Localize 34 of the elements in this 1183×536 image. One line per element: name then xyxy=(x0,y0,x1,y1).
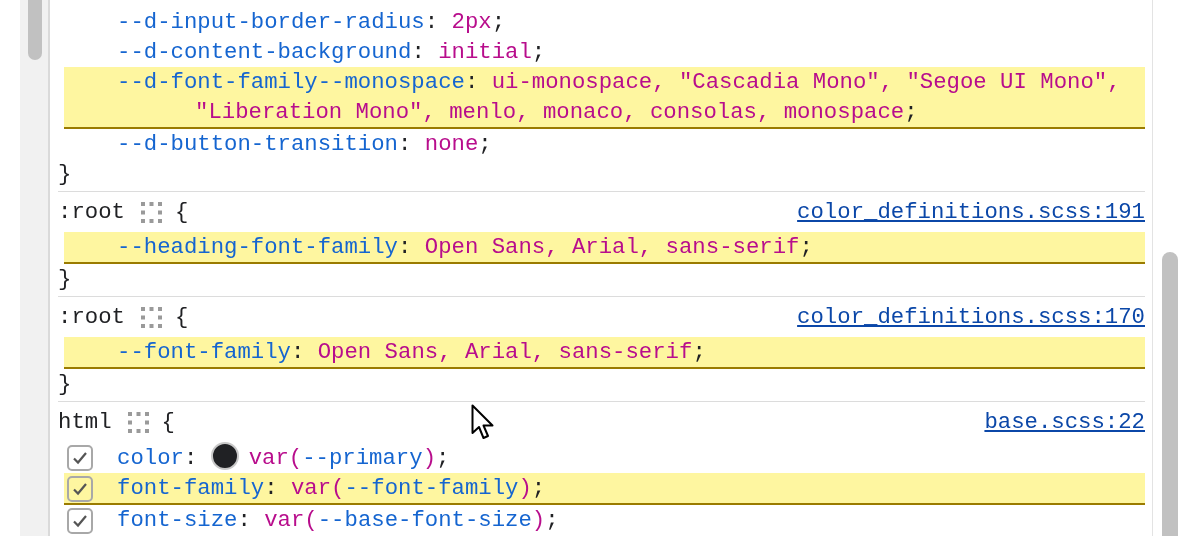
css-declaration: font-size: var(--base-font-size); xyxy=(117,506,560,535)
open-brace: { xyxy=(161,408,175,437)
close-brace: } xyxy=(58,266,72,292)
open-brace: { xyxy=(174,303,189,332)
checkmark-icon xyxy=(72,451,88,465)
source-link[interactable]: base.scss:22 xyxy=(984,407,1145,437)
checkbox[interactable] xyxy=(67,508,93,534)
css-declaration: --font-family: Open Sans, Arial, sans-serif; xyxy=(117,338,707,367)
property-value: var(--primary); xyxy=(248,445,450,471)
css-declaration: font-family: var(--font-family); xyxy=(117,474,547,503)
scrollbar-thumb[interactable] xyxy=(1162,252,1178,536)
color-swatch[interactable] xyxy=(210,442,239,470)
property-name: color: xyxy=(117,445,199,471)
close-brace: } xyxy=(58,161,72,187)
css-selector: html xyxy=(58,408,112,437)
css-declaration: --d-font-family--monospace: ui-monospace, "Cascadia Mono", "Segoe UI Mono", "Liberation Mono", menlo, monaco, consolas, monospace; xyxy=(117,68,1122,127)
checkmark-icon xyxy=(72,482,88,496)
scrollbar-thumb[interactable] xyxy=(28,0,42,60)
grid-icon[interactable] xyxy=(140,306,162,328)
checkbox[interactable] xyxy=(67,445,93,471)
checkbox[interactable] xyxy=(67,476,93,502)
checkmark-icon xyxy=(72,514,88,528)
css-selector: :root xyxy=(58,303,125,332)
grid-icon[interactable] xyxy=(127,411,149,433)
css-declaration: --heading-font-family: Open Sans, Arial, sans-serif; xyxy=(117,233,814,262)
css-declaration: --d-content-background: initial; xyxy=(117,38,547,67)
close-brace: } xyxy=(58,371,72,397)
open-brace: { xyxy=(174,198,189,227)
source-link[interactable]: color_definitions.scss:191 xyxy=(797,197,1145,227)
grid-icon[interactable] xyxy=(140,201,162,223)
css-declaration: --d-button-transition: none; xyxy=(117,130,493,159)
source-link[interactable]: color_definitions.scss:170 xyxy=(797,302,1145,332)
css-selector: :root xyxy=(58,198,125,227)
css-declaration: --d-input-border-radius: 2px; xyxy=(117,8,507,37)
